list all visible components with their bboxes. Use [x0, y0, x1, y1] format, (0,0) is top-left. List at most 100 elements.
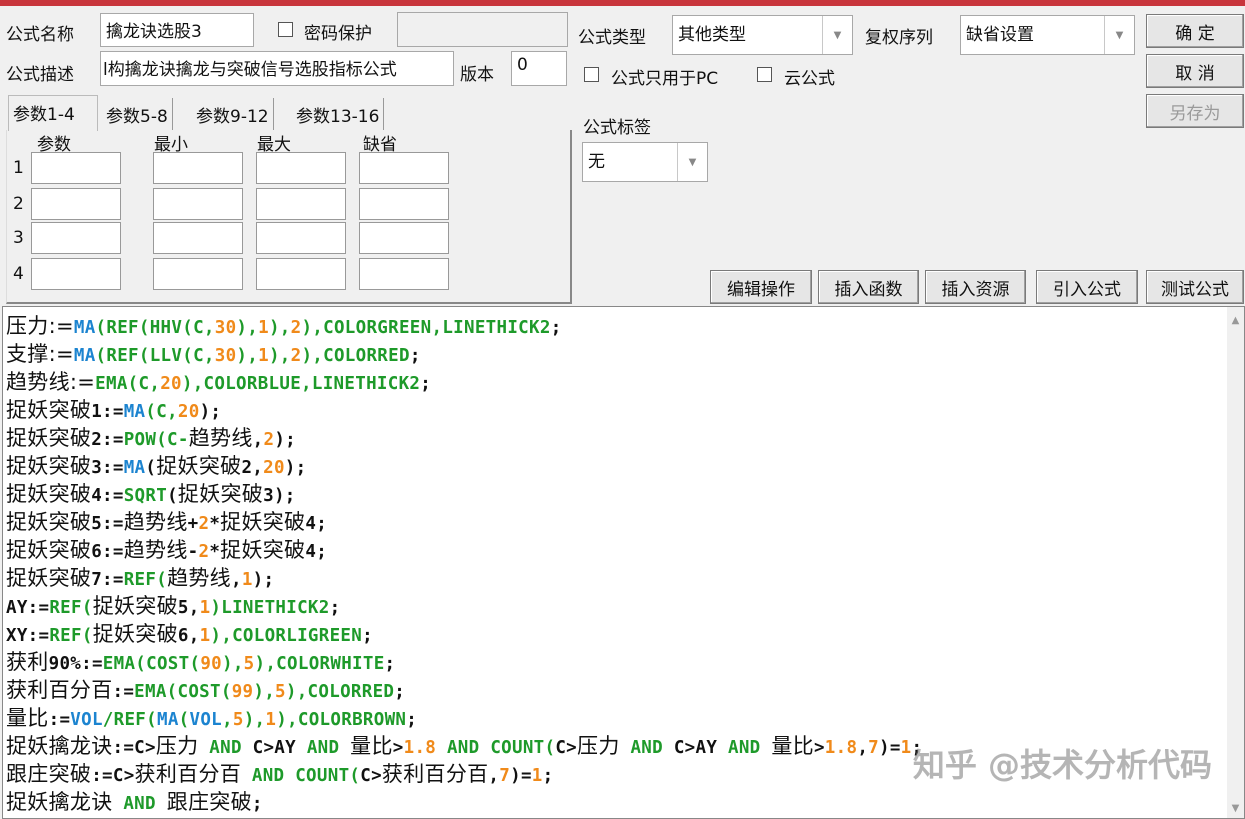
code-token: ),	[253, 682, 276, 702]
param-cell-input[interactable]	[256, 152, 346, 184]
code-token: 1	[199, 626, 211, 646]
code-line: 量比:=VOL/REF(MA(VOL,5),1),COLORBROWN;	[6, 705, 922, 733]
insert-resource-button[interactable]: 插入资源	[925, 270, 1026, 304]
code-token: 捉妖突破	[92, 622, 178, 646]
code-token: ;	[420, 374, 432, 394]
tab-params-13-16[interactable]: 参数13-16	[292, 98, 385, 130]
formula-tag-label: 公式标签	[583, 118, 651, 138]
tab-params-9-12[interactable]: 参数9-12	[192, 98, 274, 130]
password-input[interactable]	[397, 12, 568, 47]
code-token: 4;	[305, 542, 328, 562]
code-token: 捉妖突破	[6, 398, 92, 422]
chevron-down-icon[interactable]: ▼	[1104, 16, 1134, 54]
code-token: 捉妖突破	[220, 510, 306, 534]
code-line: 捉妖突破3:=MA(捉妖突破2,20);	[6, 453, 922, 481]
code-token: 90	[200, 654, 222, 674]
save-as-button[interactable]: 另存为	[1146, 94, 1244, 128]
formula-tag-select[interactable]: 无 ▼	[582, 142, 708, 182]
param-cell-input[interactable]	[359, 222, 449, 254]
code-token: :=C>	[112, 738, 156, 758]
code-editor[interactable]: 压力:=MA(REF(HHV(C,30),1),2),COLORGREEN,LI…	[2, 306, 1245, 819]
param-cell-input[interactable]	[153, 222, 243, 254]
code-token: REF(	[123, 570, 168, 590]
code-token: POW(C-	[123, 430, 189, 450]
formula-desc-input[interactable]: l构擒龙诀擒龙与突破信号选股指标公式	[100, 51, 454, 86]
code-token: 2,	[241, 458, 264, 478]
code-line: 获利百分百:=EMA(COST(99),5),COLORRED;	[6, 677, 922, 705]
code-token: 1	[531, 766, 543, 786]
vertical-scrollbar[interactable]: ▲ ▼	[1227, 307, 1244, 818]
code-token: ),	[243, 710, 266, 730]
rights-value: 缺省设置	[966, 25, 1034, 45]
code-token: 捉妖擒龙诀	[6, 790, 113, 814]
param-cell-input[interactable]	[153, 258, 243, 290]
code-token: VOL	[189, 710, 223, 730]
param-cell-input[interactable]	[256, 258, 346, 290]
tab-params-5-8[interactable]: 参数5-8	[102, 98, 173, 130]
pc-only-checkbox[interactable]	[584, 67, 599, 82]
cloud-checkbox[interactable]	[757, 67, 772, 82]
code-token: 捉妖擒龙诀	[6, 734, 113, 758]
test-formula-button[interactable]: 测试公式	[1146, 270, 1244, 304]
code-token: ),COLORRED	[285, 682, 395, 702]
code-line: 捉妖突破7:=REF(趋势线,1);	[6, 565, 922, 593]
cancel-button[interactable]: 取 消	[1146, 54, 1244, 88]
code-token: AND	[295, 738, 351, 758]
code-token: 1	[258, 346, 269, 366]
code-line: 捉妖突破1:=MA(C,20);	[6, 397, 922, 425]
param-cell-input[interactable]	[359, 152, 449, 184]
code-token: 5:=	[91, 514, 124, 534]
code-token: AND	[717, 738, 772, 758]
code-token: -	[187, 542, 199, 562]
code-token: 趋势线	[123, 510, 188, 534]
code-token: MA	[73, 346, 96, 366]
param-cell-input[interactable]	[256, 222, 346, 254]
param-cell-input[interactable]	[359, 258, 449, 290]
code-token: ),	[268, 346, 291, 366]
insert-function-button[interactable]: 插入函数	[818, 270, 919, 304]
scroll-down-icon[interactable]: ▼	[1227, 803, 1244, 814]
password-checkbox[interactable]	[278, 22, 293, 37]
code-line: 捉妖擒龙诀:=C>压力 AND C>AY AND 量比>1.8 AND COUN…	[6, 733, 922, 761]
code-token: C>	[360, 766, 382, 786]
chevron-down-icon[interactable]: ▼	[677, 143, 707, 181]
import-formula-button[interactable]: 引入公式	[1036, 270, 1138, 304]
tab-params-1-4[interactable]: 参数1-4	[8, 95, 98, 131]
param-row-number: 2	[13, 194, 24, 214]
code-token: ),	[236, 346, 259, 366]
code-token: 量比	[6, 706, 49, 730]
param-cell-input[interactable]	[256, 188, 346, 220]
version-input[interactable]: 0	[511, 51, 567, 86]
param-cell-input[interactable]	[31, 258, 121, 290]
code-token: )LINETHICK2	[210, 598, 330, 618]
scroll-up-icon[interactable]: ▲	[1227, 315, 1244, 326]
formula-name-label: 公式名称	[6, 25, 74, 45]
code-line: AY:=REF(捉妖突破5,1)LINETHICK2;	[6, 593, 922, 621]
code-token: ;	[329, 598, 341, 618]
param-cell-input[interactable]	[31, 188, 121, 220]
code-token: 跟庄突破	[6, 762, 92, 786]
param-cell-input[interactable]	[153, 152, 243, 184]
edit-operation-button[interactable]: 编辑操作	[710, 270, 812, 304]
param-cell-input[interactable]	[31, 222, 121, 254]
code-token: 6,	[177, 626, 200, 646]
code-token: >	[392, 738, 404, 758]
code-token: /REF(	[102, 710, 157, 730]
ok-button[interactable]: 确 定	[1146, 14, 1244, 48]
param-cell-input[interactable]	[31, 152, 121, 184]
code-token: AND	[198, 738, 253, 758]
code-token: (	[178, 710, 190, 730]
code-text[interactable]: 压力:=MA(REF(HHV(C,30),1),2),COLORGREEN,LI…	[6, 313, 922, 817]
code-token: MA	[123, 402, 146, 422]
chevron-down-icon[interactable]: ▼	[822, 16, 852, 54]
code-token: 2	[263, 430, 275, 450]
param-cell-input[interactable]	[359, 188, 449, 220]
code-token: )=	[879, 738, 901, 758]
rights-select[interactable]: 缺省设置 ▼	[960, 15, 1135, 55]
formula-type-select[interactable]: 其他类型 ▼	[672, 15, 853, 55]
code-line: 捉妖突破2:=POW(C-趋势线,2);	[6, 425, 922, 453]
code-token: *	[209, 542, 221, 562]
param-cell-input[interactable]	[153, 188, 243, 220]
formula-name-input[interactable]: 擒龙诀选股3	[100, 13, 254, 47]
version-label: 版本	[460, 65, 494, 85]
